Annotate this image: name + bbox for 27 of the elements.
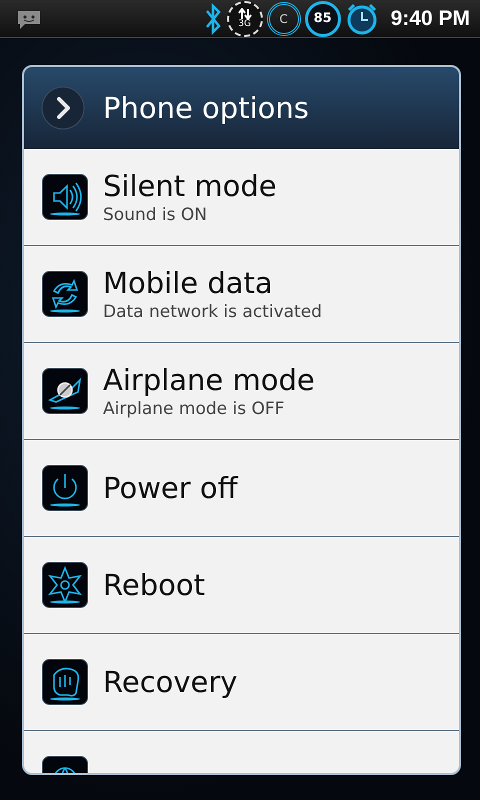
alarm-clock-icon [344,2,379,36]
menu-item[interactable]: Recovery [24,634,459,731]
menu-item[interactable]: Power off [24,440,459,537]
power-icon [42,465,88,511]
item-title: Airplane mode [103,362,315,398]
hand-icon [42,659,88,705]
menu-item[interactable]: Reboot [24,537,459,634]
sync-icon [42,271,88,317]
network-indicator: 3G [226,0,263,36]
item-title: Reboot [103,567,205,603]
item-subtitle: Data network is activated [103,301,322,323]
chevron-icon [41,86,85,130]
signal-indicator: C [266,2,301,36]
item-title: Power off [103,470,238,506]
menu-item[interactable]: Silent mode Sound is ON [24,149,459,246]
speaker-icon [42,174,88,220]
item-title: Silent mode [103,168,277,204]
item-title: Mobile data [103,265,274,301]
battery-indicator: 85 [304,0,341,36]
airplane-icon [42,368,88,414]
menu-item[interactable]: Mobile data Data network is activated [24,246,459,343]
clock-time: 9:40 PM [390,6,470,30]
item-subtitle: Airplane mode is OFF [103,398,286,420]
item-subtitle: Sound is ON [103,204,208,226]
dialog-title: Phone options [103,91,309,125]
menu-item[interactable]: Airplane mode Airplane mode is OFF [24,343,459,440]
item-title: Recovery [103,664,238,700]
